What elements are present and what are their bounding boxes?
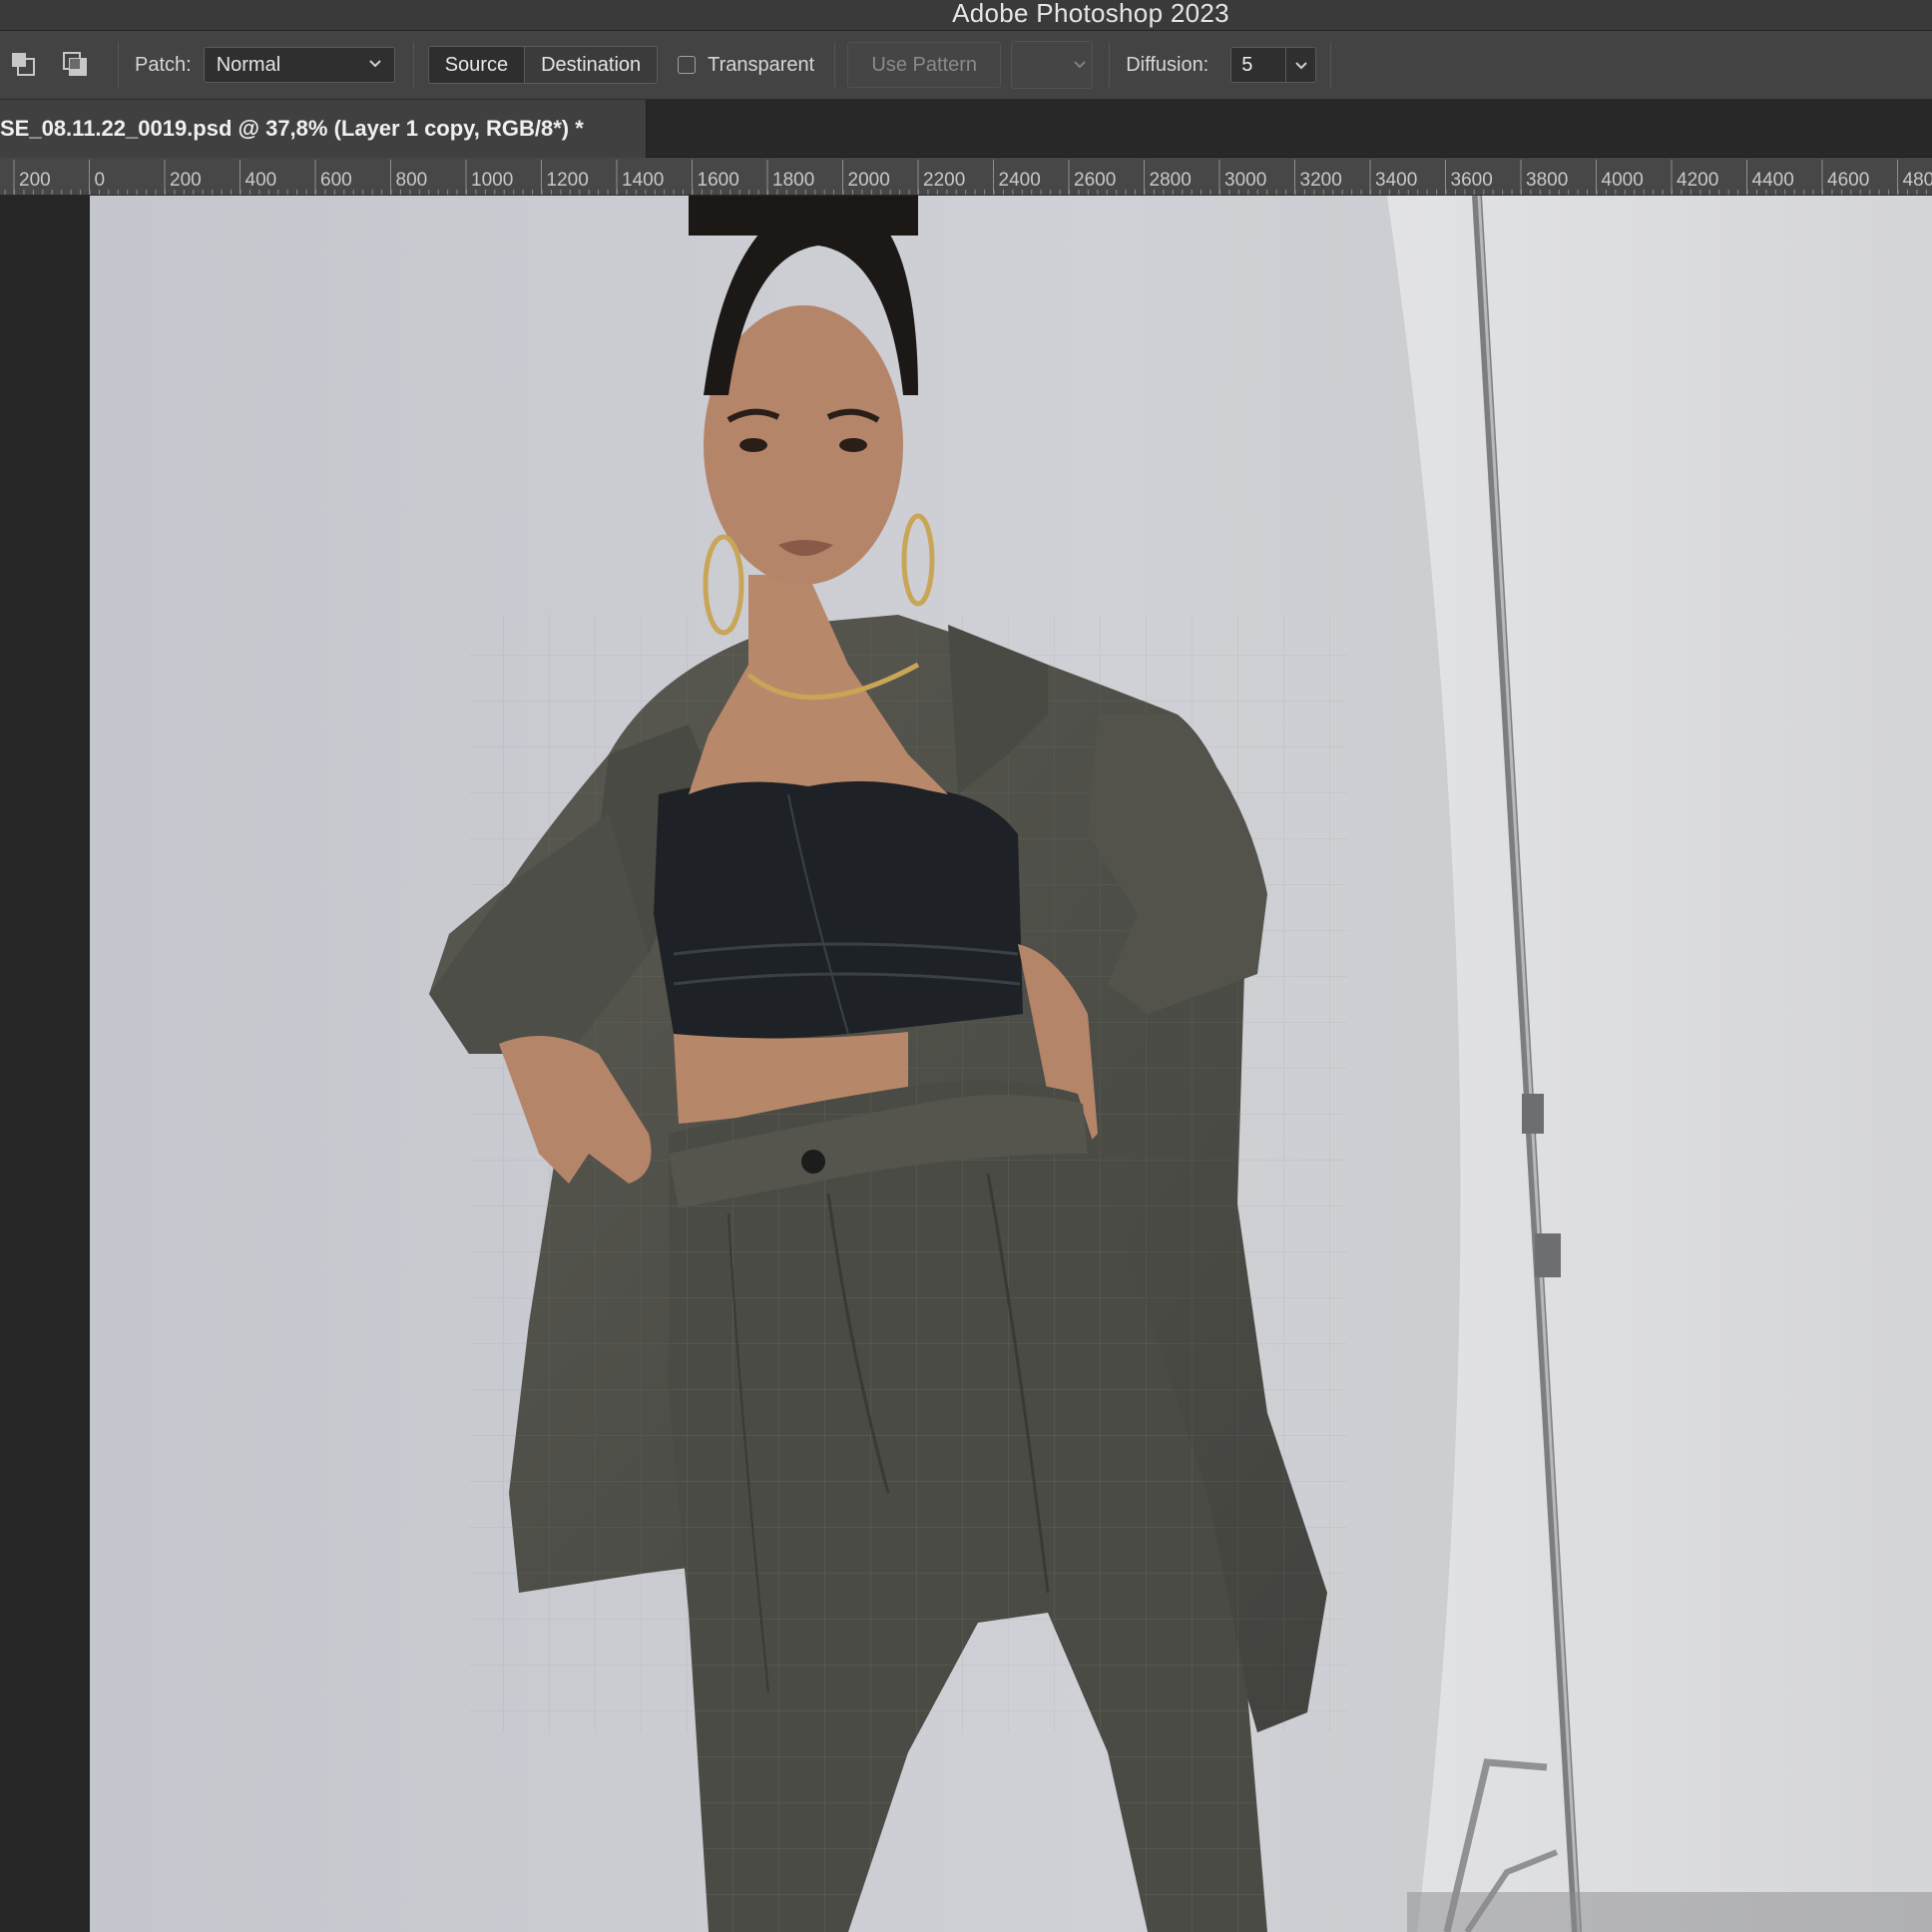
use-pattern-button[interactable]: Use Pattern bbox=[847, 42, 1002, 88]
ruler-label: 4200 bbox=[1677, 170, 1718, 191]
ruler-label: 3600 bbox=[1451, 170, 1493, 191]
ruler-label: 4600 bbox=[1827, 170, 1869, 191]
canvas-image[interactable] bbox=[90, 196, 1932, 1932]
patch-mode-value: Normal bbox=[216, 53, 281, 76]
ruler-label: 2600 bbox=[1074, 170, 1116, 191]
diffusion-input[interactable]: 5 bbox=[1230, 47, 1287, 83]
ruler-label: 480 bbox=[1903, 170, 1932, 191]
diffusion-label: Diffusion: bbox=[1126, 53, 1209, 76]
fashion-photo bbox=[90, 196, 1932, 1932]
ruler-scale: 200 0 200 400 600 800 1000 1200 1400 1600 1800 2000… bbox=[4, 160, 1932, 195]
ruler-label: 4000 bbox=[1602, 170, 1644, 191]
ruler-label: 600 bbox=[320, 170, 352, 191]
ruler-label: 1200 bbox=[547, 170, 589, 191]
pattern-picker[interactable] bbox=[1011, 41, 1094, 89]
chevron-down-icon bbox=[368, 60, 381, 68]
ruler-label: 2000 bbox=[848, 170, 890, 191]
ruler-label: 2800 bbox=[1150, 170, 1192, 191]
ruler-label: 0 bbox=[95, 170, 106, 191]
destination-button[interactable]: Destination bbox=[524, 47, 658, 83]
ruler-label: 4400 bbox=[1752, 170, 1794, 191]
patch-source-destination-toggle: Source Destination bbox=[427, 46, 659, 84]
separator bbox=[834, 42, 836, 88]
options-bar: Patch: Normal Source Destination Transpa… bbox=[0, 31, 1932, 100]
document-tab-title: SE_08.11.22_0019.psd @ 37,8% (Layer 1 co… bbox=[0, 116, 584, 141]
chevron-down-icon bbox=[1295, 62, 1307, 70]
transparent-label: Transparent bbox=[708, 53, 815, 76]
ruler-label: 800 bbox=[396, 170, 428, 191]
ruler-label: 3000 bbox=[1224, 170, 1266, 191]
ruler-label: 2200 bbox=[923, 170, 965, 191]
patch-mode-select[interactable]: Normal bbox=[203, 47, 395, 83]
document-tab-bar: SE_08.11.22_0019.psd @ 37,8% (Layer 1 co… bbox=[0, 100, 1932, 158]
diffusion-dropdown[interactable] bbox=[1286, 47, 1317, 83]
horizontal-ruler[interactable]: 200 0 200 400 600 800 1000 1200 1400 1600 1800 2000… bbox=[0, 158, 1932, 196]
ruler-label: 3200 bbox=[1300, 170, 1342, 191]
document-tab[interactable]: SE_08.11.22_0019.psd @ 37,8% (Layer 1 co… bbox=[0, 100, 647, 158]
ruler-label: 1600 bbox=[698, 170, 739, 191]
transparent-checkbox[interactable] bbox=[678, 56, 697, 74]
ruler-label: 1400 bbox=[622, 170, 664, 191]
ruler-label: 400 bbox=[245, 170, 277, 191]
patch-label: Patch: bbox=[135, 53, 192, 76]
selection-add-icon[interactable] bbox=[56, 45, 96, 85]
separator bbox=[118, 42, 119, 88]
ruler-label: 1800 bbox=[772, 170, 814, 191]
separator bbox=[412, 42, 414, 88]
ruler-label: 2400 bbox=[999, 170, 1041, 191]
title-bar: Adobe Photoshop 2023 bbox=[0, 0, 1932, 31]
ruler-label: 200 bbox=[170, 170, 202, 191]
ruler-label: 3400 bbox=[1375, 170, 1417, 191]
ruler-label: 200 bbox=[19, 170, 51, 191]
app-title: Adobe Photoshop 2023 bbox=[952, 0, 1229, 28]
ruler-label: 3800 bbox=[1526, 170, 1568, 191]
source-button[interactable]: Source bbox=[428, 47, 525, 83]
selection-new-icon[interactable] bbox=[4, 45, 44, 85]
ruler-label: 1000 bbox=[471, 170, 513, 191]
separator bbox=[1109, 42, 1111, 88]
separator bbox=[1330, 42, 1332, 88]
chevron-down-icon bbox=[1074, 61, 1086, 69]
